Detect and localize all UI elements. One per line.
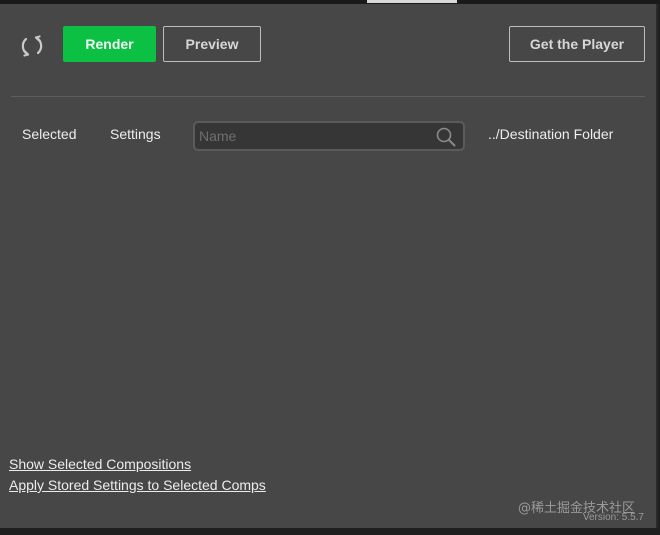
name-search-box[interactable]: [193, 121, 465, 151]
render-panel: Render Preview Get the Player Selected S…: [0, 4, 658, 528]
watermark-text: @稀土掘金技术社区: [518, 501, 636, 516]
settings-column-header[interactable]: Settings: [110, 126, 161, 142]
active-panel-tab-indicator[interactable]: [367, 0, 457, 3]
preview-button-label: Preview: [185, 36, 239, 52]
get-the-player-button[interactable]: Get the Player: [509, 26, 645, 62]
destination-folder-column-header[interactable]: ../Destination Folder: [488, 126, 613, 142]
preview-button[interactable]: Preview: [163, 26, 261, 62]
get-the-player-button-label: Get the Player: [529, 36, 625, 52]
toolbar-divider: [11, 96, 645, 97]
show-selected-compositions-link[interactable]: Show Selected Compositions: [9, 456, 191, 472]
search-icon[interactable]: [435, 126, 457, 148]
refresh-icon[interactable]: [17, 31, 47, 61]
name-search-input[interactable]: [199, 126, 427, 146]
render-button-label: Render: [85, 36, 134, 52]
selected-column-header[interactable]: Selected: [22, 126, 76, 142]
window-bottom-edge: [0, 528, 660, 535]
render-button[interactable]: Render: [63, 26, 156, 62]
apply-stored-settings-link[interactable]: Apply Stored Settings to Selected Comps: [9, 477, 266, 493]
